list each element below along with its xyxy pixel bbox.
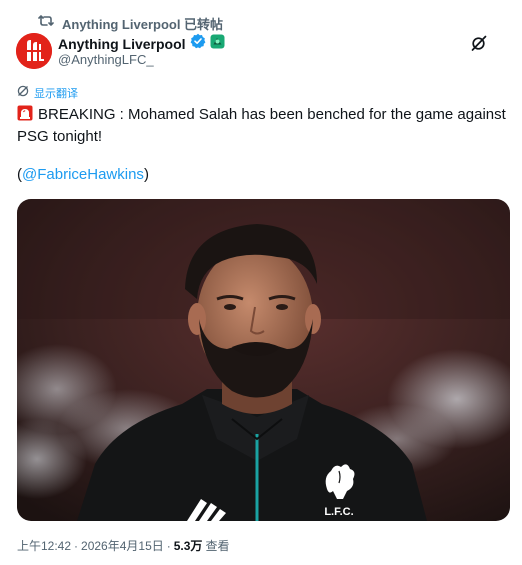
avatar[interactable] <box>16 33 52 69</box>
tweet-text: BREAKING : Mohamed Salah has been benche… <box>17 106 506 145</box>
meta-separator: · <box>166 538 171 553</box>
tweet-photo[interactable]: L.F.C. <box>17 199 510 521</box>
credit-close-paren: ) <box>143 166 149 183</box>
anything-liverpool-logo <box>16 33 52 69</box>
repost-icon <box>38 14 54 33</box>
show-translation-link[interactable]: 显示翻译 <box>17 84 78 102</box>
tweet-time[interactable]: 上午12:42 <box>17 537 71 554</box>
tweet-date[interactable]: 2026年4月15日 <box>81 537 164 554</box>
tweet-credit: (@FabriceHawkins) <box>17 166 149 183</box>
affiliate-badge-icon <box>210 34 225 54</box>
mention-link[interactable]: @FabriceHawkins <box>22 166 144 183</box>
lfc-crest-text: L.F.C. <box>324 506 353 518</box>
verified-badge-icon <box>190 33 206 54</box>
tweet-body: BREAKING : Mohamed Salah has been benche… <box>17 104 512 148</box>
view-count: 5.3万 <box>173 539 203 553</box>
show-translation-label: 显示翻译 <box>34 88 78 100</box>
translate-icon <box>17 84 29 102</box>
repost-text: Anything Liverpool 已转帖 <box>62 16 224 32</box>
view-count-label: 查看 <box>205 539 230 553</box>
tweet-meta: 上午12:42 · 2026年4月15日 · 5.3万 查看 <box>17 537 229 554</box>
salah-photo: L.F.C. <box>17 199 510 521</box>
author-row[interactable]: Anything Liverpool <box>58 33 225 54</box>
repost-header[interactable]: Anything Liverpool 已转帖 <box>38 14 223 32</box>
author-handle[interactable]: @AnythingLFC_ <box>58 52 154 67</box>
rotating-light-emoji-icon <box>17 105 33 121</box>
author-name[interactable]: Anything Liverpool <box>58 36 186 52</box>
meta-separator: · <box>74 538 79 553</box>
grok-icon[interactable] <box>470 34 488 52</box>
